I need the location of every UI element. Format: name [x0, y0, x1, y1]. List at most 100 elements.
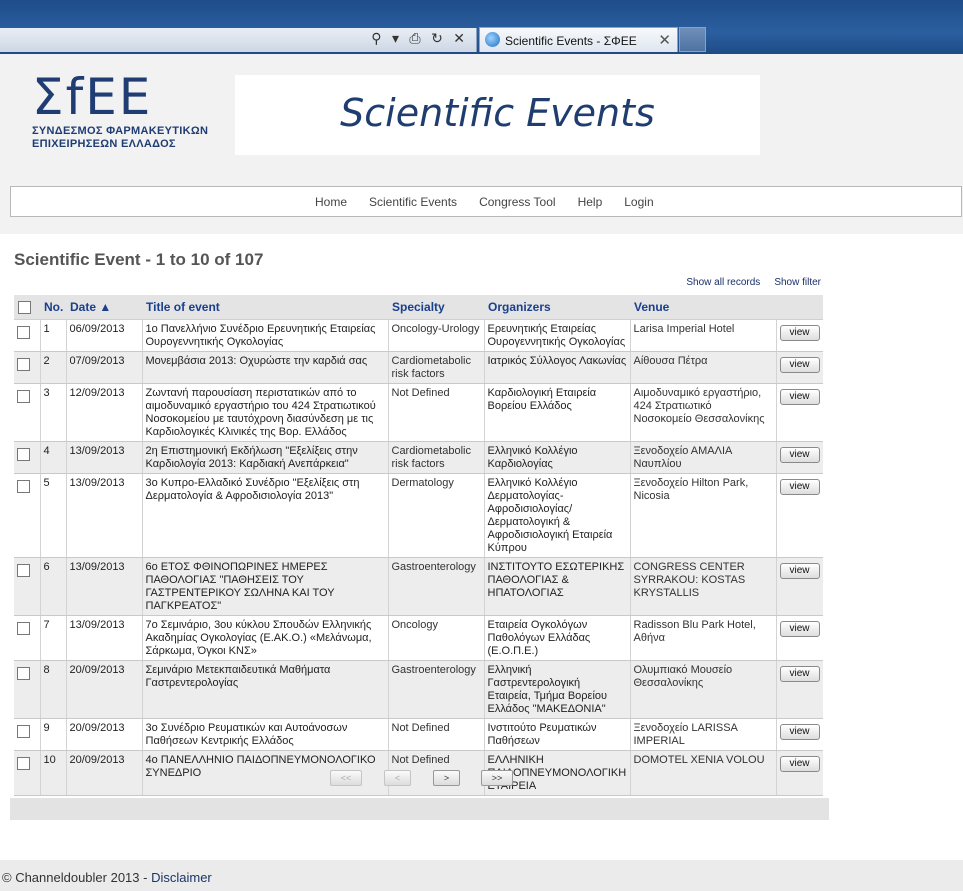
row-specialty: Dermatology	[388, 473, 485, 558]
row-title: 2η Επιστημονική Εκδήλωση "Εξελίξεις στην…	[142, 441, 389, 474]
row-venue: Ολυμπιακό Μουσείο Θεσσαλονίκης	[630, 660, 777, 719]
row-date: 13/09/2013	[66, 557, 143, 616]
header-no: No.	[40, 295, 66, 320]
header-organizers[interactable]: Organizers	[484, 295, 630, 320]
logo[interactable]: ΣfΕΕ ΣΥΝΔΕΣΜΟΣ ΦΑΡΜΑΚΕΥΤΙΚΩΝ ΕΠΙΧΕΙΡΗΣΕΩ…	[32, 69, 208, 151]
row-no: 8	[40, 660, 67, 719]
row-title: 1ο Πανελλήνιο Συνέδριο Ερευνητικής Εταιρ…	[142, 319, 389, 352]
new-tab-button[interactable]	[679, 27, 706, 52]
header-specialty[interactable]: Specialty	[388, 295, 484, 320]
view-button[interactable]: view	[779, 357, 820, 373]
nav-congress-tool[interactable]: Congress Tool	[479, 195, 556, 209]
show-filter-link[interactable]: Show filter	[774, 277, 821, 288]
select-all-checkbox[interactable]	[18, 300, 31, 314]
table-header-row: No. Date ▲ Title of event Specialty Orga…	[14, 295, 823, 320]
select-all-cell	[14, 295, 40, 320]
record-links: Show all records Show filter	[686, 277, 821, 288]
row-title: Μονεμβάσια 2013: Οχυρώστε την καρδιά σας	[142, 351, 389, 384]
address-bar-icons[interactable]: ⚲ ▾ ⎙ ↻ ✕	[371, 31, 468, 47]
row-no: 5	[40, 473, 67, 558]
row-checkbox[interactable]	[17, 564, 30, 577]
browser-tab[interactable]: Scientific Events - ΣΦΕΕ ✕	[479, 27, 678, 52]
nav-scientific-events[interactable]: Scientific Events	[369, 195, 457, 209]
row-action-cell: view	[776, 383, 823, 442]
row-venue: Larisa Imperial Hotel	[630, 319, 777, 352]
view-button[interactable]: view	[779, 325, 820, 341]
table-row: 8 20/09/2013 Σεμινάριο Μετεκπαιδευτικά Μαθ…	[14, 660, 823, 719]
prev-page-button[interactable]: <	[384, 770, 411, 786]
row-specialty: Not Defined	[388, 718, 485, 751]
table-row: 2 07/09/2013 Μονεμβάσια 2013: Οχυρώστε την…	[14, 351, 823, 384]
row-action-cell: view	[776, 441, 823, 474]
row-specialty: Oncology-Urology	[388, 319, 485, 352]
row-date: 20/09/2013	[66, 660, 143, 719]
last-page-button[interactable]: >>	[481, 770, 513, 786]
row-checkbox[interactable]	[17, 757, 30, 770]
tab-title: Scientific Events - ΣΦΕΕ	[505, 34, 637, 48]
row-checkbox[interactable]	[17, 390, 30, 403]
header-date[interactable]: Date ▲	[66, 295, 142, 320]
next-page-button[interactable]: >	[433, 770, 460, 786]
row-select-cell	[14, 615, 41, 661]
row-date: 06/09/2013	[66, 319, 143, 352]
address-bar[interactable]: ⚲ ▾ ⎙ ↻ ✕	[0, 28, 477, 52]
view-button[interactable]: view	[779, 479, 820, 495]
footer-bar	[10, 798, 829, 820]
row-select-cell	[14, 383, 41, 442]
show-all-records-link[interactable]: Show all records	[686, 277, 760, 288]
row-action-cell: view	[776, 615, 823, 661]
row-date: 12/09/2013	[66, 383, 143, 442]
row-checkbox[interactable]	[17, 326, 30, 339]
row-title: 6ο ΕΤΟΣ ΦΘΙΝΟΠΩΡΙΝΕΣ ΗΜΕΡΕΣ ΠΑΘΟΛΟΓΙΑΣ "…	[142, 557, 389, 616]
row-checkbox[interactable]	[17, 667, 30, 680]
row-venue: Ξενοδοχείο Hilton Park, Nicosia	[630, 473, 777, 558]
row-checkbox[interactable]	[17, 725, 30, 738]
view-button[interactable]: view	[779, 666, 820, 682]
row-action-cell: view	[776, 557, 823, 616]
row-checkbox[interactable]	[17, 480, 30, 493]
events-table: No. Date ▲ Title of event Specialty Orga…	[14, 295, 823, 796]
view-button[interactable]: view	[779, 447, 820, 463]
row-action-cell: view	[776, 319, 823, 352]
view-button[interactable]: view	[779, 389, 820, 405]
row-checkbox[interactable]	[17, 622, 30, 635]
logo-line-2: ΕΠΙΧΕΙΡΗΣΕΩΝ ΕΛΛΑΔΟΣ	[32, 138, 176, 150]
row-action-cell: view	[776, 351, 823, 384]
table-row: 7 13/09/2013 7ο Σεμινάριο, 3ου κύκλου Σπου…	[14, 615, 823, 661]
row-venue: CONGRESS CENTER SYRRAKOU: KOSTAS KRYSTAL…	[630, 557, 777, 616]
row-select-cell	[14, 351, 41, 384]
row-title: Σεμινάριο Μετεκπαιδευτικά Μαθήματα Γαστρ…	[142, 660, 389, 719]
row-checkbox[interactable]	[17, 448, 30, 461]
row-date: 13/09/2013	[66, 615, 143, 661]
header-venue[interactable]: Venue	[630, 295, 776, 320]
row-no: 2	[40, 351, 67, 384]
view-button[interactable]: view	[779, 621, 820, 637]
view-button[interactable]: view	[779, 563, 820, 579]
row-no: 9	[40, 718, 67, 751]
row-organizers: Ινστιτούτο Ρευματικών Παθήσεων	[484, 718, 631, 751]
row-venue: Radisson Blu Park Hotel, Αθήνα	[630, 615, 777, 661]
disclaimer-link[interactable]: Disclaimer	[151, 870, 212, 885]
view-button[interactable]: view	[779, 724, 820, 740]
row-no: 4	[40, 441, 67, 474]
row-select-cell	[14, 441, 41, 474]
header-title[interactable]: Title of event	[142, 295, 388, 320]
row-date: 20/09/2013	[66, 718, 143, 751]
row-select-cell	[14, 718, 41, 751]
row-specialty: Not Defined	[388, 383, 485, 442]
nav-home[interactable]: Home	[315, 195, 347, 209]
row-select-cell	[14, 473, 41, 558]
row-venue: Ξενοδοχείο ΑΜΑΛΙΑ Ναυπλίου	[630, 441, 777, 474]
row-checkbox[interactable]	[17, 358, 30, 371]
close-icon[interactable]: ✕	[658, 31, 671, 49]
row-specialty: Oncology	[388, 615, 485, 661]
site-header: ΣfΕΕ ΣΥΝΔΕΣΜΟΣ ΦΑΡΜΑΚΕΥΤΙΚΩΝ ΕΠΙΧΕΙΡΗΣΕΩ…	[0, 54, 963, 234]
nav-login[interactable]: Login	[624, 195, 653, 209]
first-page-button[interactable]: <<	[330, 770, 362, 786]
row-title: 7ο Σεμινάριο, 3ου κύκλου Σπουδών Ελληνικ…	[142, 615, 389, 661]
nav-help[interactable]: Help	[578, 195, 603, 209]
main-nav: Home Scientific Events Congress Tool Hel…	[10, 186, 962, 217]
row-organizers: Εταιρεία Ογκολόγων Παθολόγων Ελλάδας (Ε.…	[484, 615, 631, 661]
row-organizers: ΙΝΣΤΙΤΟΥΤΟ ΕΣΩΤΕΡΙΚΗΣ ΠΑΘΟΛΟΓΙΑΣ & ΗΠΑΤΟ…	[484, 557, 631, 616]
page-title: Scientific Event - 1 to 10 of 107	[14, 250, 264, 269]
